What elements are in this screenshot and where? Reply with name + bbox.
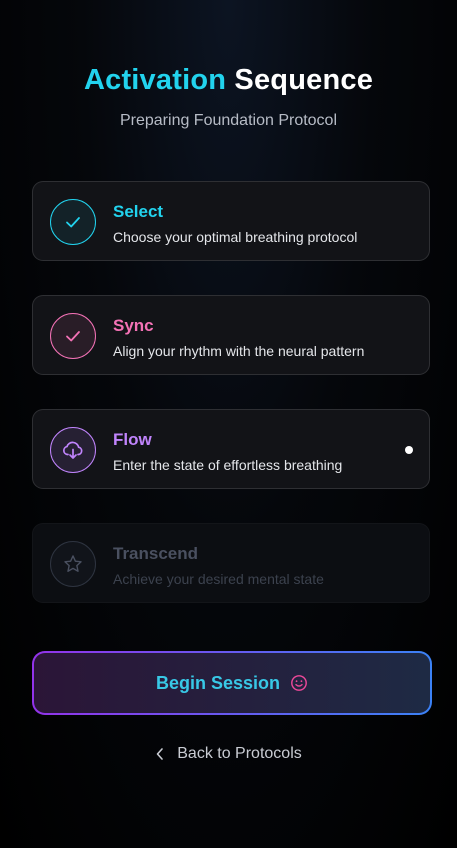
page-subtitle: Preparing Foundation Protocol [119, 112, 338, 129]
step-transcend-description: Achieve your desired mental state [113, 571, 324, 587]
step-select-name: Select [113, 202, 164, 221]
step-sync-name: Sync [113, 316, 154, 335]
cloud-download-icon [63, 441, 83, 459]
step-sync-description: Align your rhythm with the neural patter… [113, 343, 365, 359]
back-to-protocols-link[interactable]: Back to Protocols [0, 745, 457, 763]
check-icon [66, 331, 80, 342]
step-flow-name: Flow [113, 430, 152, 449]
check-icon [66, 217, 80, 228]
step-transcend-name: Transcend [113, 544, 199, 563]
title-accent: Activation [83, 64, 227, 96]
step-select[interactable]: Select Choose your optimal breathing pro… [32, 181, 430, 261]
step-sync-badge [50, 313, 96, 359]
back-label: Back to Protocols [177, 745, 302, 762]
step-sync[interactable]: Sync Align your rhythm with the neural p… [32, 295, 430, 375]
page-title: Activation Sequence [0, 64, 457, 97]
title-main: Sequence [234, 64, 374, 96]
begin-session-label: Begin Session [155, 672, 281, 693]
smile-icon [291, 675, 307, 691]
step-flow[interactable]: Flow Enter the state of effortless breat… [32, 409, 430, 489]
step-select-badge [50, 199, 96, 245]
star-icon [64, 555, 82, 572]
step-transcend: Transcend Achieve your desired mental st… [32, 523, 430, 603]
step-flow-description: Enter the state of effortless breathing [113, 457, 343, 473]
active-indicator-dot [405, 446, 413, 454]
step-flow-badge [50, 427, 96, 473]
begin-session-button[interactable]: Begin Session [32, 651, 432, 715]
step-select-description: Choose your optimal breathing protocol [113, 229, 358, 245]
chevron-left-icon [156, 748, 164, 760]
step-transcend-badge [50, 541, 96, 587]
